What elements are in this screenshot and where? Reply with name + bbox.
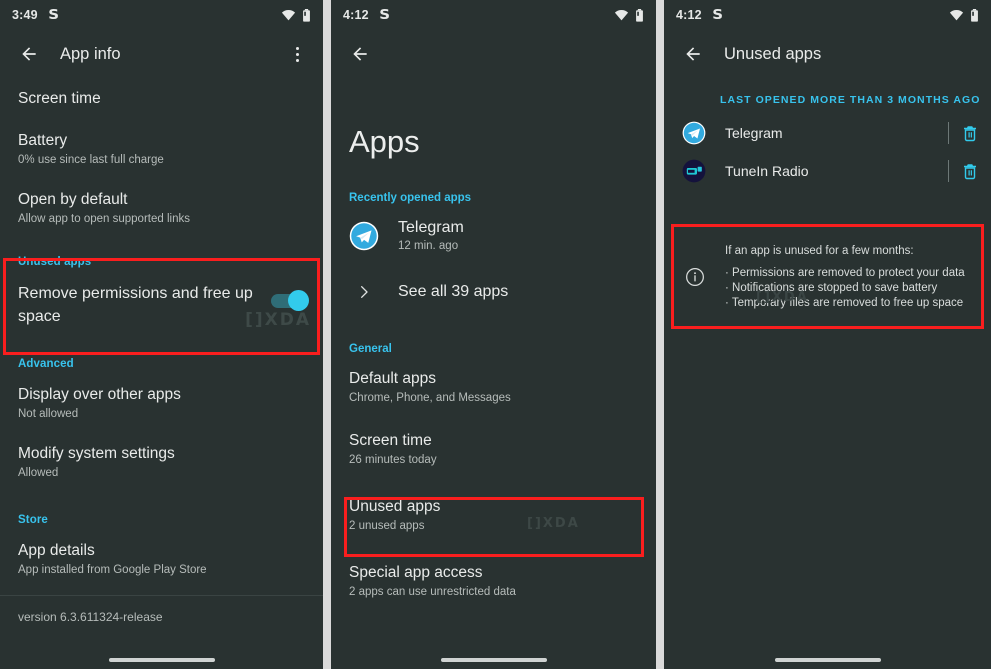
status-s-icon: S [48,7,59,23]
list-item-default-apps[interactable]: Default apps Chrome, Phone, and Messages [331,355,656,417]
row-title: App details [18,542,95,559]
list-item-screen-time[interactable]: Screen time 26 minutes today [331,417,656,479]
status-icons [949,8,979,22]
row-title: Open by default [18,191,128,208]
status-time: 4:12 [676,8,702,22]
status-s-icon: S [712,7,723,23]
tunein-radio-icon [682,159,706,183]
row-title: Modify system settings [18,445,175,462]
section-header-recently-opened: Recently opened apps [349,192,472,204]
app-bar: App info [0,30,323,78]
app-name: Telegram [725,125,783,141]
highlight-box-unused-apps [344,497,644,557]
list-item-display-over-other-apps[interactable]: Display over other apps Not allowed [0,374,323,433]
status-icons [614,8,644,22]
gesture-nav-bar[interactable] [774,658,881,662]
overflow-menu-icon[interactable] [283,40,311,68]
gesture-nav-bar[interactable] [440,658,547,662]
telegram-icon [349,221,379,251]
row-subtitle: 2 apps can use unrestricted data [349,586,516,598]
battery-icon [970,8,979,22]
list-item-screen-time[interactable]: Screen time [0,78,323,120]
row-subtitle: Not allowed [18,408,79,420]
section-header-store: Store [18,514,48,526]
list-item-telegram[interactable]: Telegram [664,114,991,152]
panel-unused-apps: 4:12 S Unused apps LAST OPENED MORE THAN… [664,0,991,669]
row-subtitle: Allowed [18,467,59,479]
list-item-tunein-radio[interactable]: TuneIn Radio [664,152,991,190]
highlight-box-info [671,224,984,329]
back-arrow-icon[interactable] [676,37,710,71]
status-bar: 3:49 S [0,0,323,30]
status-time: 4:12 [343,8,369,22]
version-text: version 6.3.611324-release [18,610,163,624]
wifi-icon [281,9,296,21]
row-title: Screen time [349,432,432,449]
row-title: Special app access [349,564,483,581]
row-subtitle: Allow app to open supported links [18,213,190,225]
row-subtitle: 26 minutes today [349,454,437,466]
battery-icon [302,8,311,22]
row-subtitle: App installed from Google Play Store [18,564,207,576]
app-last-used: 12 min. ago [398,240,459,252]
battery-icon [635,8,644,22]
list-item-modify-system-settings[interactable]: Modify system settings Allowed [0,433,323,492]
status-icons [281,8,311,22]
app-bar [331,30,656,78]
row-subtitle: 0% use since last full charge [18,154,164,166]
delete-icon[interactable] [961,124,979,142]
screenshot-stage: 3:49 S App info Screen time Battery 0% u… [0,0,991,669]
section-header-general: General [349,343,392,355]
app-meta: Telegram 12 min. ago [398,218,464,254]
page-title: Unused apps [724,44,822,63]
status-bar: 4:12 S [331,0,656,30]
status-time: 3:49 [12,8,38,22]
highlight-box-unused-apps [3,258,320,355]
list-item-telegram[interactable]: Telegram 12 min. ago [331,204,656,263]
row-subtitle: Chrome, Phone, and Messages [349,392,511,404]
delete-icon[interactable] [961,162,979,180]
row-actions [948,122,979,144]
back-arrow-icon[interactable] [343,37,377,71]
gesture-nav-bar[interactable] [108,658,215,662]
row-title: Screen time [18,90,101,107]
list-item-see-all-apps[interactable]: See all 39 apps [331,263,656,311]
back-arrow-icon[interactable] [12,37,46,71]
row-title: Battery [18,132,68,149]
section-header-last-opened: LAST OPENED MORE THAN 3 MONTHS AGO [720,94,981,106]
chevron-right-icon [349,284,379,300]
row-actions [948,160,979,182]
app-name: Telegram [398,219,464,236]
row-title: Default apps [349,370,437,387]
wifi-icon [614,9,629,21]
app-bar: Unused apps [664,30,991,78]
page-title: App info [60,44,121,63]
wifi-icon [949,9,964,21]
status-s-icon: S [379,7,390,23]
page-title: Apps [349,124,420,159]
telegram-icon [682,121,706,145]
status-bar: 4:12 S [664,0,991,30]
divider [948,122,949,144]
app-name: TuneIn Radio [725,163,809,179]
panel-app-info: 3:49 S App info Screen time Battery 0% u… [0,0,323,669]
divider [948,160,949,182]
panel-apps: 4:12 S Apps Recently opened apps Telegra… [331,0,656,669]
row-title: Display over other apps [18,386,181,403]
see-all-label: See all 39 apps [398,283,509,300]
list-item-battery[interactable]: Battery 0% use since last full charge [0,120,323,179]
list-item-app-details[interactable]: App details App installed from Google Pl… [0,530,323,589]
list-item-open-by-default[interactable]: Open by default Allow app to open suppor… [0,179,323,238]
